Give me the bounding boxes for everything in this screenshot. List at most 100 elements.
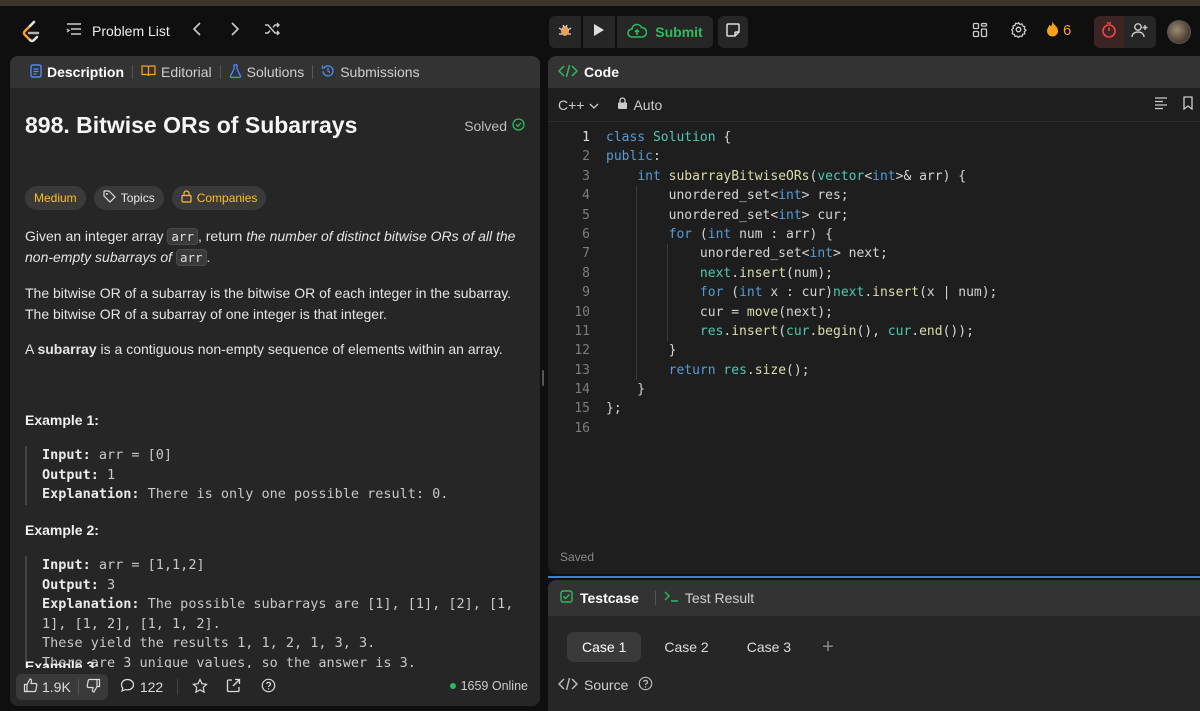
explanation-text: The possible subarrays are [1], [1], [2]…	[139, 596, 514, 613]
description-content: 898. Bitwise ORs of Subarrays Solved Med…	[10, 88, 540, 668]
tab-testcase-label: Testcase	[580, 590, 639, 606]
line-number: 12	[574, 343, 590, 359]
streak-count: 6	[1063, 22, 1072, 39]
example-2-block: Input: arr = [1,1,2] Output: 3 Explanation…	[25, 556, 525, 668]
line-number: 10	[574, 304, 590, 320]
problem-title[interactable]: 898. Bitwise ORs of Subarrays	[25, 112, 357, 139]
code-title: Code	[584, 64, 619, 80]
tab-editorial-label: Editorial	[161, 64, 212, 80]
case-tab-2[interactable]: Case 2	[649, 632, 723, 662]
share-button[interactable]	[226, 678, 241, 696]
code-line: 11 res.insert(cur.begin(), cur.end());	[548, 321, 1200, 342]
history-icon	[321, 64, 335, 81]
tab-description[interactable]: Description	[22, 63, 132, 81]
layout-grid-icon	[972, 22, 988, 43]
problem-definition: The bitwise OR of a subarray is the bitw…	[25, 283, 525, 325]
like-button[interactable]: 1.9K	[16, 674, 78, 700]
comment-count: 122	[139, 679, 164, 695]
tab-test-result[interactable]: Test Result	[664, 590, 754, 606]
input-label: Input:	[42, 557, 91, 573]
add-case-button[interactable]: +	[822, 636, 834, 659]
auto-mode-toggle[interactable]: Auto	[617, 97, 662, 113]
problem-list-link[interactable]: Problem List	[92, 23, 170, 39]
invite-button[interactable]	[1124, 16, 1156, 48]
submit-button[interactable]: Submit	[617, 16, 713, 48]
panel-resize-handle[interactable]	[542, 370, 544, 386]
question-circle-icon	[261, 678, 276, 696]
gear-icon	[1010, 21, 1027, 43]
explanation-text: There is only one possible result: 0.	[139, 486, 449, 503]
example-2-title: Example 2:	[25, 522, 99, 538]
comments-button[interactable]: 122	[120, 678, 163, 696]
code-panel: Code C++ Auto 1 class Solution { 2 public:	[548, 56, 1200, 574]
tab-editorial[interactable]: Editorial	[133, 64, 220, 80]
statement-text: , return	[197, 228, 247, 244]
code-brackets-icon	[557, 677, 579, 694]
case-tab-3[interactable]: Case 3	[732, 632, 806, 662]
settings-button[interactable]	[1004, 18, 1032, 46]
terminal-icon	[664, 590, 679, 606]
bookmark-icon[interactable]	[1182, 96, 1194, 113]
subarray-term[interactable]: subarray	[37, 341, 96, 357]
code-line: 6 for (int num : arr) {	[548, 224, 1200, 245]
description-tabs: Description Editorial Solutions Submissi…	[10, 56, 540, 88]
thumbs-up-icon	[23, 678, 38, 696]
fire-icon	[1046, 20, 1059, 41]
code-line: 8 next.insert(num);	[548, 263, 1200, 284]
explanation-label: Explanation:	[42, 486, 140, 503]
tab-description-label: Description	[47, 64, 125, 80]
user-avatar[interactable]	[1167, 20, 1191, 44]
run-button[interactable]	[583, 16, 615, 48]
statement-text: is a contiguous non-empty sequence of el…	[96, 341, 503, 357]
check-circle-icon	[512, 117, 525, 134]
stopwatch-icon	[1101, 21, 1117, 43]
tab-solutions-label: Solutions	[246, 64, 305, 80]
format-icon[interactable]	[1154, 96, 1168, 113]
example-1-block: Input: arr = [0] Output: 1 Explanation: Th…	[25, 446, 525, 505]
shuffle-icon[interactable]	[264, 22, 280, 39]
timer-button[interactable]	[1094, 16, 1124, 48]
layout-button[interactable]	[966, 18, 994, 46]
code-line: 15};	[548, 399, 1200, 418]
vertical-resize-bar[interactable]	[548, 576, 1200, 578]
comment-icon	[120, 678, 135, 696]
line-number: 13	[574, 362, 590, 378]
code-line: 2 public:	[548, 147, 1200, 166]
add-user-icon	[1131, 22, 1149, 43]
dislike-button[interactable]	[79, 674, 108, 700]
input-value: arr = [0]	[90, 447, 173, 463]
solved-status: Solved	[464, 118, 525, 134]
companies-tag[interactable]: Companies	[171, 186, 267, 210]
book-icon	[141, 64, 156, 80]
tab-testcase[interactable]: Testcase	[560, 590, 639, 606]
language-select[interactable]: C++	[558, 97, 599, 113]
notes-button[interactable]	[718, 16, 748, 48]
code-editor[interactable]: 1 class Solution { 2 public: 3 int subarra…	[548, 128, 1200, 438]
line-number: 1	[582, 130, 590, 145]
companies-label: Companies	[196, 191, 258, 205]
code-brackets-icon	[557, 64, 579, 81]
statement-text: .	[206, 249, 211, 265]
topics-tag[interactable]: Topics	[93, 186, 164, 210]
help-button[interactable]	[261, 678, 276, 696]
tab-solutions[interactable]: Solutions	[221, 63, 313, 81]
star-icon	[192, 677, 209, 697]
case-tab-1[interactable]: Case 1	[567, 632, 642, 662]
input-label: Input:	[42, 447, 91, 463]
source-label: Source	[584, 677, 629, 693]
leetcode-logo-icon[interactable]	[20, 20, 42, 44]
line-number: 3	[582, 168, 590, 184]
line-number: 9	[582, 285, 590, 301]
like-count: 1.9K	[42, 679, 71, 695]
chevron-left-icon[interactable]	[192, 22, 202, 39]
source-button[interactable]: Source	[557, 676, 653, 694]
favorite-button[interactable]	[192, 677, 209, 697]
list-icon[interactable]	[66, 22, 82, 39]
chevron-right-icon[interactable]	[230, 22, 240, 39]
play-icon	[593, 23, 605, 42]
streak-counter[interactable]: 6	[1046, 20, 1071, 41]
saved-status: Saved	[560, 550, 595, 564]
tab-submissions[interactable]: Submissions	[313, 64, 427, 81]
code-line: 5 unordered_set<int> cur;	[548, 205, 1200, 225]
debug-button[interactable]	[549, 16, 581, 48]
